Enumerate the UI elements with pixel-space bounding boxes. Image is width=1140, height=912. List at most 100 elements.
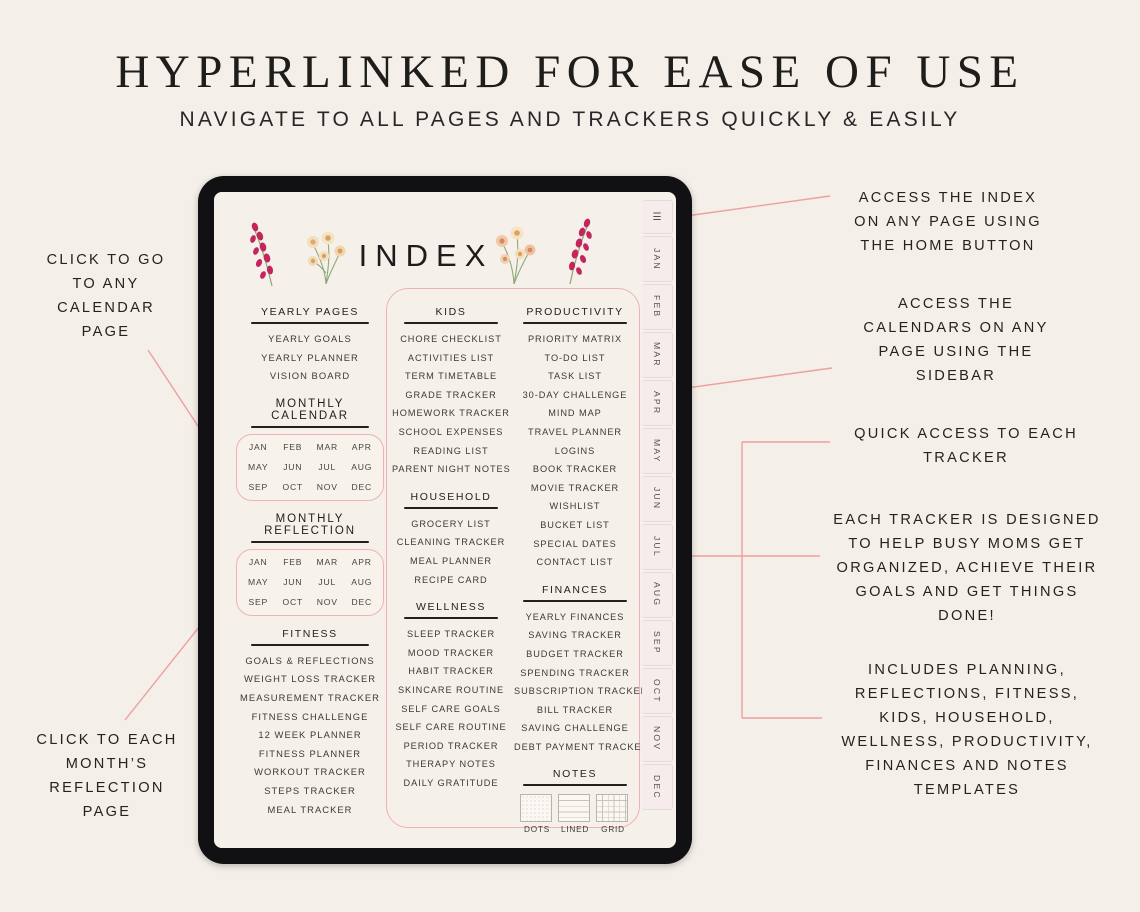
notes-paper-lined[interactable]: LINED	[558, 794, 592, 834]
index-link[interactable]: DEBT PAYMENT TRACKER	[514, 738, 648, 757]
month-grid-reflection[interactable]: JAN FEB MAR APR MAY JUN JUL AUG SEP OCT …	[236, 548, 384, 616]
index-link[interactable]: GRADE TRACKER	[392, 386, 510, 405]
sidebar-tab-jul[interactable]: JUL	[642, 524, 673, 570]
month-link[interactable]: AUG	[345, 462, 380, 472]
index-link[interactable]: WEIGHT LOSS TRACKER	[236, 670, 384, 689]
index-link[interactable]: HOMEWORK TRACKER	[392, 404, 510, 423]
index-link[interactable]: YEARLY FINANCES	[514, 608, 636, 627]
index-link[interactable]: CLEANING TRACKER	[392, 533, 510, 552]
divider	[523, 599, 627, 602]
index-link[interactable]: THERAPY NOTES	[392, 755, 510, 774]
index-link[interactable]: PARENT NIGHT NOTES	[392, 460, 510, 479]
sidebar-tab-apr[interactable]: APR	[642, 380, 673, 426]
index-link[interactable]: SUBSCRIPTION TRACKER	[514, 682, 647, 701]
index-link[interactable]: STEPS TRACKER	[236, 782, 384, 801]
index-link[interactable]: SAVING CHALLENGE	[514, 719, 636, 738]
index-link[interactable]: CONTACT LIST	[514, 553, 636, 572]
month-link[interactable]: FEB	[276, 442, 311, 452]
index-link[interactable]: TRAVEL PLANNER	[514, 423, 636, 442]
month-link[interactable]: DEC	[345, 597, 380, 607]
index-link[interactable]: GOALS & REFLECTIONS	[236, 652, 384, 671]
sidebar-tab-sep[interactable]: SEP	[642, 620, 673, 666]
index-link[interactable]: PRIORITY MATRIX	[514, 330, 636, 349]
index-link[interactable]: SELF CARE ROUTINE	[392, 718, 510, 737]
page-subtitle: NAVIGATE TO ALL PAGES AND TRACKERS QUICK…	[179, 108, 961, 131]
month-link[interactable]: DEC	[345, 482, 380, 492]
notes-paper-grid[interactable]: GRID	[596, 794, 630, 834]
index-link[interactable]: SKINCARE ROUTINE	[392, 681, 510, 700]
month-link[interactable]: MAY	[241, 577, 276, 587]
month-link[interactable]: SEP	[241, 597, 276, 607]
month-link[interactable]: OCT	[276, 482, 311, 492]
tablet-screen[interactable]: INDEX YEARLY PAGES YEARLY GOALS YEARLY P…	[214, 192, 676, 848]
month-link[interactable]: NOV	[310, 597, 345, 607]
month-link[interactable]: JUN	[276, 577, 311, 587]
index-link[interactable]: WORKOUT TRACKER	[236, 763, 384, 782]
sidebar-tab-aug[interactable]: AUG	[642, 572, 673, 618]
month-link[interactable]: FEB	[276, 557, 311, 567]
month-link[interactable]: MAR	[310, 442, 345, 452]
month-link[interactable]: SEP	[241, 482, 276, 492]
sidebar-tab-jun[interactable]: JUN	[642, 476, 673, 522]
month-link[interactable]: JAN	[241, 442, 276, 452]
index-link[interactable]: SPENDING TRACKER	[514, 664, 636, 683]
index-link[interactable]: READING LIST	[392, 442, 510, 461]
index-link[interactable]: BUCKET LIST	[514, 516, 636, 535]
index-link[interactable]: CHORE CHECKLIST	[392, 330, 510, 349]
index-link[interactable]: BOOK TRACKER	[514, 460, 636, 479]
month-link[interactable]: OCT	[276, 597, 311, 607]
index-link[interactable]: ACTIVITIES LIST	[392, 349, 510, 368]
index-link[interactable]: RECIPE CARD	[392, 571, 510, 590]
index-link[interactable]: TO-DO LIST	[514, 349, 636, 368]
month-link[interactable]: JUL	[310, 462, 345, 472]
index-link[interactable]: PERIOD TRACKER	[392, 737, 510, 756]
index-link[interactable]: HABIT TRACKER	[392, 662, 510, 681]
month-link[interactable]: JUN	[276, 462, 311, 472]
index-link[interactable]: TERM TIMETABLE	[392, 367, 510, 386]
month-link[interactable]: JUL	[310, 577, 345, 587]
index-link[interactable]: MIND MAP	[514, 404, 636, 423]
index-link[interactable]: MOOD TRACKER	[392, 644, 510, 663]
sidebar-tab-nov[interactable]: NOV	[642, 716, 673, 762]
index-link[interactable]: 12 WEEK PLANNER	[236, 726, 384, 745]
sidebar-tab-may[interactable]: MAY	[642, 428, 673, 474]
month-grid-calendar[interactable]: JAN FEB MAR APR MAY JUN JUL AUG SEP OCT …	[236, 433, 384, 501]
index-link[interactable]: SCHOOL EXPENSES	[392, 423, 510, 442]
index-link[interactable]: SELF CARE GOALS	[392, 700, 510, 719]
index-link[interactable]: VISION BOARD	[236, 367, 384, 386]
index-link[interactable]: YEARLY GOALS	[236, 330, 384, 349]
notes-paper-dots[interactable]: DOTS	[520, 794, 554, 834]
month-link[interactable]: NOV	[310, 482, 345, 492]
index-link[interactable]: BILL TRACKER	[514, 701, 636, 720]
month-link[interactable]: AUG	[345, 577, 380, 587]
index-link[interactable]: MEASUREMENT TRACKER	[236, 689, 384, 708]
index-link[interactable]: SAVING TRACKER	[514, 626, 636, 645]
index-link[interactable]: LOGINS	[514, 442, 636, 461]
index-link[interactable]: MOVIE TRACKER	[514, 479, 636, 498]
index-link[interactable]: GROCERY LIST	[392, 515, 510, 534]
sidebar-tab-dec[interactable]: DEC	[642, 764, 673, 810]
sidebar-tab-mar[interactable]: MAR	[642, 332, 673, 378]
index-link[interactable]: DAILY GRATITUDE	[392, 774, 510, 793]
index-link[interactable]: BUDGET TRACKER	[514, 645, 636, 664]
home-button[interactable]: ☰	[642, 200, 673, 234]
month-link[interactable]: APR	[345, 442, 380, 452]
index-link[interactable]: 30-DAY CHALLENGE	[514, 386, 636, 405]
index-link[interactable]: FITNESS CHALLENGE	[236, 708, 384, 727]
index-link[interactable]: TASK LIST	[514, 367, 636, 386]
month-link[interactable]: MAY	[241, 462, 276, 472]
month-link[interactable]: APR	[345, 557, 380, 567]
sidebar-tab-feb[interactable]: FEB	[642, 284, 673, 330]
index-link[interactable]: SLEEP TRACKER	[392, 625, 510, 644]
index-link[interactable]: YEARLY PLANNER	[236, 349, 384, 368]
index-link[interactable]: WISHLIST	[514, 497, 636, 516]
month-link[interactable]: JAN	[241, 557, 276, 567]
divider	[404, 617, 498, 620]
index-link[interactable]: MEAL TRACKER	[236, 801, 384, 820]
sidebar-tab-jan[interactable]: JAN	[642, 236, 673, 282]
sidebar-tab-oct[interactable]: OCT	[642, 668, 673, 714]
index-link[interactable]: FITNESS PLANNER	[236, 745, 384, 764]
month-link[interactable]: MAR	[310, 557, 345, 567]
index-link[interactable]: SPECIAL DATES	[514, 535, 636, 554]
index-link[interactable]: MEAL PLANNER	[392, 552, 510, 571]
